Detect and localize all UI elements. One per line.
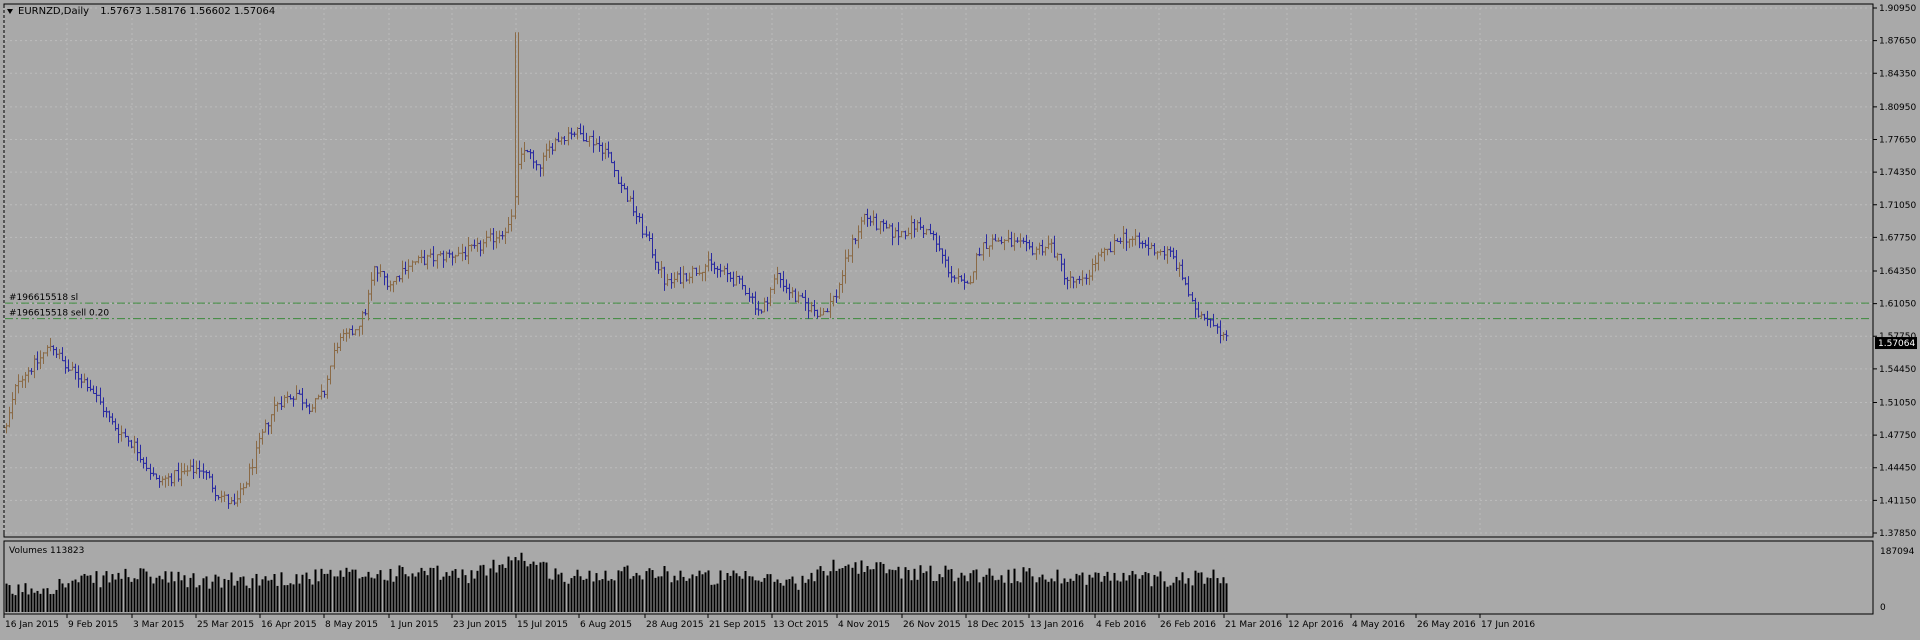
last-price-tag: 1.57064 (1875, 337, 1917, 350)
price-tick-label: 1.87650 (1879, 37, 1916, 47)
price-tick-label: 1.44450 (1879, 464, 1916, 474)
price-tick-label: 1.61050 (1879, 300, 1916, 310)
time-tick-label: 18 Dec 2015 (967, 620, 1025, 630)
time-tick-label: 15 Jul 2015 (517, 620, 568, 630)
price-tick-label: 1.47750 (1879, 431, 1916, 441)
price-tick-label: 1.80950 (1879, 103, 1916, 113)
order-label: #196615518 sell 0.20 (9, 309, 109, 319)
price-tick-label: 1.84350 (1879, 69, 1916, 79)
time-tick-label: 26 Feb 2016 (1160, 620, 1216, 630)
price-tick-label: 1.41150 (1879, 496, 1916, 506)
time-tick-label: 9 Feb 2015 (68, 620, 118, 630)
price-tick-label: 1.74350 (1879, 168, 1916, 178)
time-tick-label: 26 Nov 2015 (903, 620, 961, 630)
time-tick-label: 21 Sep 2015 (709, 620, 766, 630)
time-tick-label: 4 May 2016 (1352, 620, 1405, 630)
price-tick-label: 1.90950 (1879, 4, 1916, 14)
volume-axis-zero: 0 (1880, 603, 1886, 613)
time-tick-label: 21 Mar 2016 (1225, 620, 1282, 630)
symbol-label: EURNZD,Daily (18, 6, 89, 17)
price-tick-label: 1.71050 (1879, 201, 1916, 211)
time-tick-label: 12 Apr 2016 (1288, 620, 1344, 630)
price-tick-label: 1.64350 (1879, 267, 1916, 277)
price-tick-label: 1.67750 (1879, 233, 1916, 243)
chart-window[interactable]: #196615518 sl #196615518 sell 0.20 1.9095… (0, 0, 1920, 636)
time-tick-label: 16 Jan 2015 (5, 620, 59, 630)
price-tick-label: 1.54450 (1879, 365, 1916, 375)
time-tick-label: 13 Jan 2016 (1030, 620, 1084, 630)
chart-canvas[interactable]: #196615518 sl #196615518 sell 0.20 1.9095… (0, 0, 1920, 636)
time-tick-label: 26 May 2016 (1417, 620, 1476, 630)
time-tick-label: 25 Mar 2015 (197, 620, 254, 630)
time-tick-label: 6 Aug 2015 (580, 620, 632, 630)
volume-label: Volumes 113823 (9, 546, 84, 556)
time-tick-label: 4 Nov 2015 (838, 620, 890, 630)
svg-text:EURNZD,Daily 1.57673 1.5: EURNZD,Daily 1.57673 1.58176 1.56602 1.5… (18, 6, 275, 17)
volume-axis-max: 187094 (1880, 547, 1915, 557)
time-tick-label: 16 Apr 2015 (261, 620, 317, 630)
order-label: #196615518 sl (9, 293, 78, 303)
chart-header: EURNZD,Daily 1.57673 1.58176 1.56602 1.5… (7, 6, 275, 17)
price-tick-label: 1.51050 (1879, 398, 1916, 408)
time-tick-label: 17 Jun 2016 (1481, 620, 1535, 630)
time-tick-label: 3 Mar 2015 (133, 620, 184, 630)
time-tick-label: 8 May 2015 (325, 620, 378, 630)
price-tick-label: 1.37850 (1879, 529, 1916, 539)
last-price-value: 1.57064 (1878, 339, 1915, 349)
time-tick-label: 4 Feb 2016 (1096, 620, 1147, 630)
time-tick-label: 23 Jun 2015 (453, 620, 507, 630)
time-tick-label: 13 Oct 2015 (773, 620, 829, 630)
time-tick-label: 28 Aug 2015 (646, 620, 704, 630)
price-tick-label: 1.77650 (1879, 135, 1916, 145)
time-tick-label: 1 Jun 2015 (390, 620, 438, 630)
ohlc-values: 1.57673 1.58176 1.56602 1.57064 (100, 6, 275, 17)
